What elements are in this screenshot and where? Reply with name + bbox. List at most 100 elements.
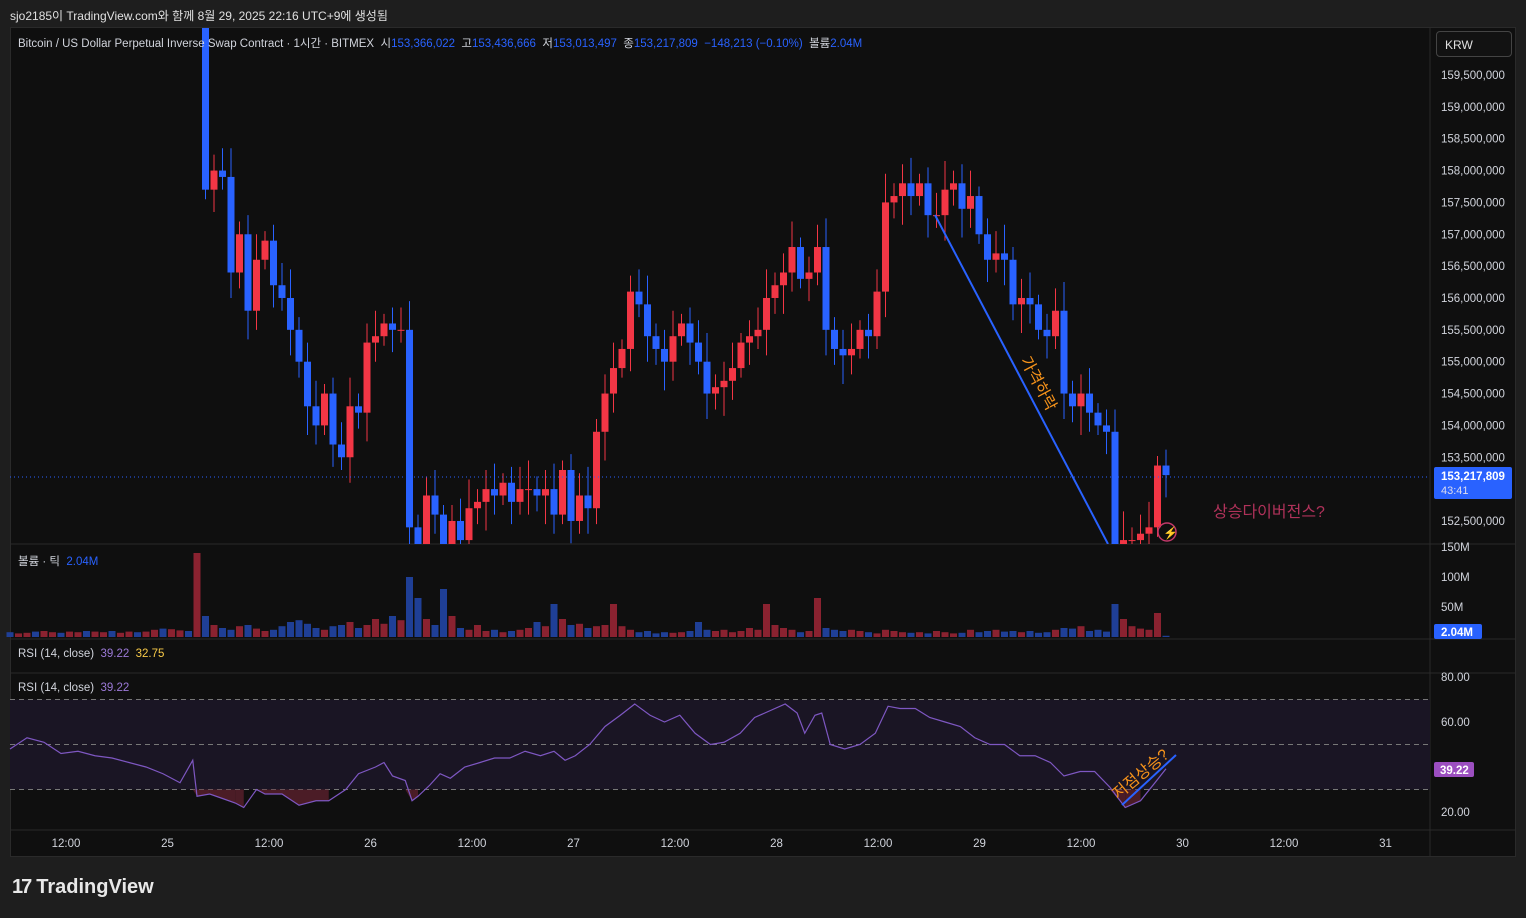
time-axis-label: 12:00 <box>1067 838 1096 850</box>
time-axis-label: 28 <box>770 838 783 850</box>
volume-axis-label: 50M <box>1441 602 1463 614</box>
price-badge-countdown: 43:41 <box>1441 485 1469 497</box>
volume-bar <box>363 625 371 637</box>
candle-body <box>958 183 966 209</box>
volume-bar <box>797 632 804 637</box>
candle-body <box>236 234 243 273</box>
currency-selector[interactable]: KRW <box>1436 31 1512 57</box>
volume-bar <box>261 631 269 637</box>
candle-body <box>924 183 932 216</box>
tradingview-logo[interactable]: 17 TradingView <box>12 876 154 899</box>
volume-bar <box>1035 632 1042 637</box>
volume-bar <box>482 631 490 637</box>
candle-body <box>839 348 847 356</box>
candle-body <box>1009 259 1017 305</box>
volume-legend[interactable]: 볼륨 · 틱 2.04M <box>18 553 98 569</box>
volume-bar <box>1111 604 1119 637</box>
volume-bar <box>134 632 141 637</box>
candle-body <box>644 304 651 337</box>
time-axis-label: 30 <box>1176 838 1189 850</box>
rsi-oversold-fill <box>265 789 282 794</box>
candle-body <box>771 285 779 298</box>
volume-bar <box>1120 619 1127 637</box>
volume-bar <box>219 628 226 637</box>
low-label: 저 <box>542 38 553 50</box>
volume-bar <box>253 628 260 637</box>
candle-body <box>219 170 226 177</box>
volume-bar <box>1060 628 1068 637</box>
volume-bar <box>873 633 881 637</box>
candle-body <box>525 489 532 491</box>
volume-bar <box>474 625 481 637</box>
volume-bar <box>1154 613 1161 637</box>
candle-body <box>1145 527 1153 534</box>
volume-bar <box>652 633 660 637</box>
candle-body <box>457 520 464 541</box>
time-axis-label: 12:00 <box>864 838 893 850</box>
volume-bar <box>882 629 889 637</box>
volume-bar <box>576 623 583 637</box>
price-axis-label: 153,500,000 <box>1441 452 1505 464</box>
time-axis-label: 26 <box>364 838 377 850</box>
volume-bar <box>950 633 957 637</box>
volume-bar <box>312 628 320 637</box>
volume-bar <box>1086 631 1093 637</box>
candle-body <box>287 297 294 330</box>
volume-bar <box>389 616 396 637</box>
volume-bar <box>185 631 192 637</box>
volume-bar <box>117 632 124 637</box>
volume-bar <box>933 631 940 637</box>
candle-body <box>304 361 311 407</box>
high-value: 153,436,666 <box>472 38 536 50</box>
volume-bar <box>321 629 328 637</box>
candle-body <box>848 348 855 356</box>
rsi-axis-label: 80.00 <box>1441 672 1470 684</box>
time-axis-label: 12:00 <box>52 838 81 850</box>
candle-body <box>440 514 447 544</box>
volume-bar <box>499 632 507 637</box>
candle-body <box>950 183 957 190</box>
close-label: 종 <box>623 38 634 50</box>
chart-canvas[interactable]: 159,500,000 159,000,000 158,500,000 158,000… <box>0 0 1526 918</box>
candle-body <box>737 342 745 369</box>
candle-body <box>346 406 354 458</box>
candle-body <box>720 380 728 388</box>
volume-bar <box>244 625 252 637</box>
volume-bar <box>1103 631 1110 637</box>
candle-body <box>1001 253 1008 260</box>
volume-bar <box>695 622 702 637</box>
volume-bar <box>23 632 31 637</box>
candle-body <box>627 291 634 349</box>
candle-body <box>984 234 991 260</box>
candles <box>202 28 1170 544</box>
candle-body <box>227 176 235 273</box>
candle-body <box>712 387 719 394</box>
annotation-divergence: 상승다이버전스? <box>1213 503 1325 521</box>
candle-body <box>389 323 396 330</box>
candle-body <box>831 329 838 349</box>
volume-bar <box>338 625 345 637</box>
rsi1-ma-value: 32.75 <box>135 648 165 660</box>
candle-body <box>1018 297 1025 305</box>
candle-body <box>593 431 600 509</box>
candle-body <box>414 527 422 544</box>
volume-bar <box>287 622 294 637</box>
candle-body <box>703 361 711 394</box>
volume-bar <box>533 622 541 637</box>
symbol-title[interactable]: Bitcoin / US Dollar Perpetual Inverse Sw… <box>18 38 374 50</box>
candle-body <box>1077 393 1085 407</box>
candle-body <box>584 495 592 509</box>
rsi-oversold-fill <box>316 789 329 801</box>
volume-bar <box>210 625 218 637</box>
volume-bar <box>567 625 575 637</box>
rsi1-legend[interactable]: RSI (14, close) 39.22 32.75 <box>18 648 164 660</box>
volume-bar <box>746 628 753 637</box>
price-axis-label: 157,000,000 <box>1441 229 1505 241</box>
candle-body <box>1043 329 1051 337</box>
volume-axis-label: 150M <box>1441 542 1470 554</box>
rsi2-legend[interactable]: RSI (14, close) 39.22 <box>18 682 129 694</box>
candle-body <box>397 329 405 331</box>
volume-legend-label: 볼륨 · 틱 <box>18 556 60 568</box>
volume-value: 2.04M <box>830 38 863 50</box>
volume-bar <box>958 632 966 637</box>
